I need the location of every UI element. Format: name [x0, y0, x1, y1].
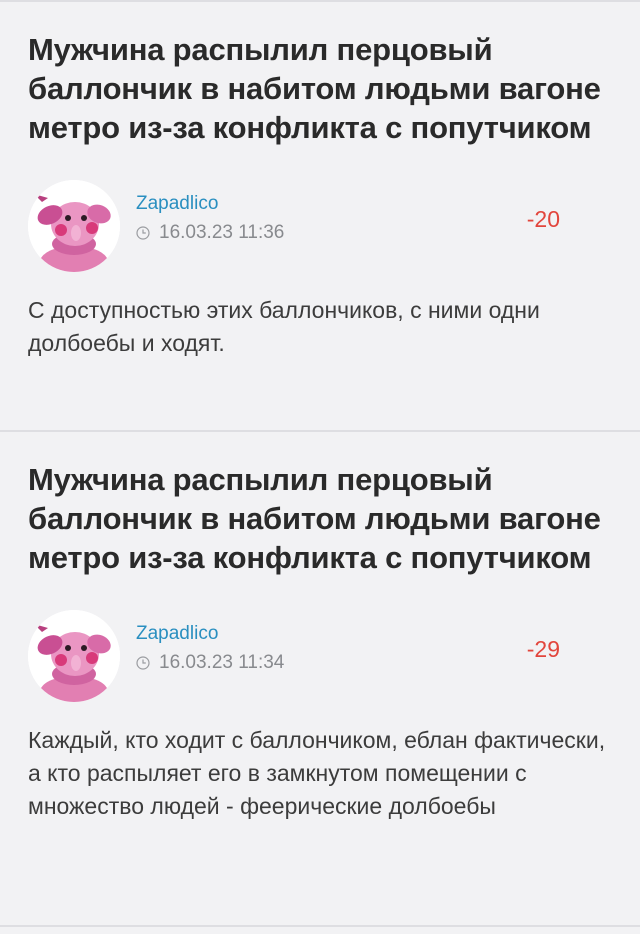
comment-card: Мужчина распылил перцовый баллончик в на…: [0, 432, 640, 925]
pink-elephant-avatar-icon: [28, 610, 120, 702]
comment-card: Мужчина распылил перцовый баллончик в на…: [0, 2, 640, 430]
pink-elephant-avatar-icon: [28, 180, 120, 272]
time-label: 16.03.23 11:34: [159, 652, 285, 673]
article-title-link[interactable]: Мужчина распылил перцовый баллончик в на…: [28, 2, 612, 147]
comment-text: Каждый, кто ходит с баллончиком, еблан ф…: [28, 727, 606, 819]
avatar[interactable]: [28, 610, 120, 702]
comment-meta: Zapadlico 16.03.23 11:34 -29: [28, 610, 612, 702]
comment-timestamp: 16.03.23 11:34: [136, 652, 284, 674]
comment-score: -29: [526, 636, 560, 662]
comment-text: С доступностью этих баллончиков, с ними …: [28, 297, 540, 356]
comment-meta: Zapadlico 16.03.23 11:36 -20: [28, 180, 612, 272]
bottom-divider: [0, 925, 640, 927]
comment-timestamp: 16.03.23 11:36: [136, 222, 284, 244]
clock-icon: [136, 226, 150, 240]
comments-feed: Мужчина распылил перцовый баллончик в на…: [0, 0, 640, 927]
avatar[interactable]: [28, 180, 120, 272]
article-title-link[interactable]: Мужчина распылил перцовый баллончик в на…: [28, 432, 612, 577]
time-label: 16.03.23 11:36: [159, 222, 285, 243]
author-link[interactable]: Zapadlico: [136, 193, 218, 215]
clock-icon: [136, 656, 150, 670]
comment-score: -20: [526, 206, 560, 232]
author-link[interactable]: Zapadlico: [136, 623, 218, 645]
